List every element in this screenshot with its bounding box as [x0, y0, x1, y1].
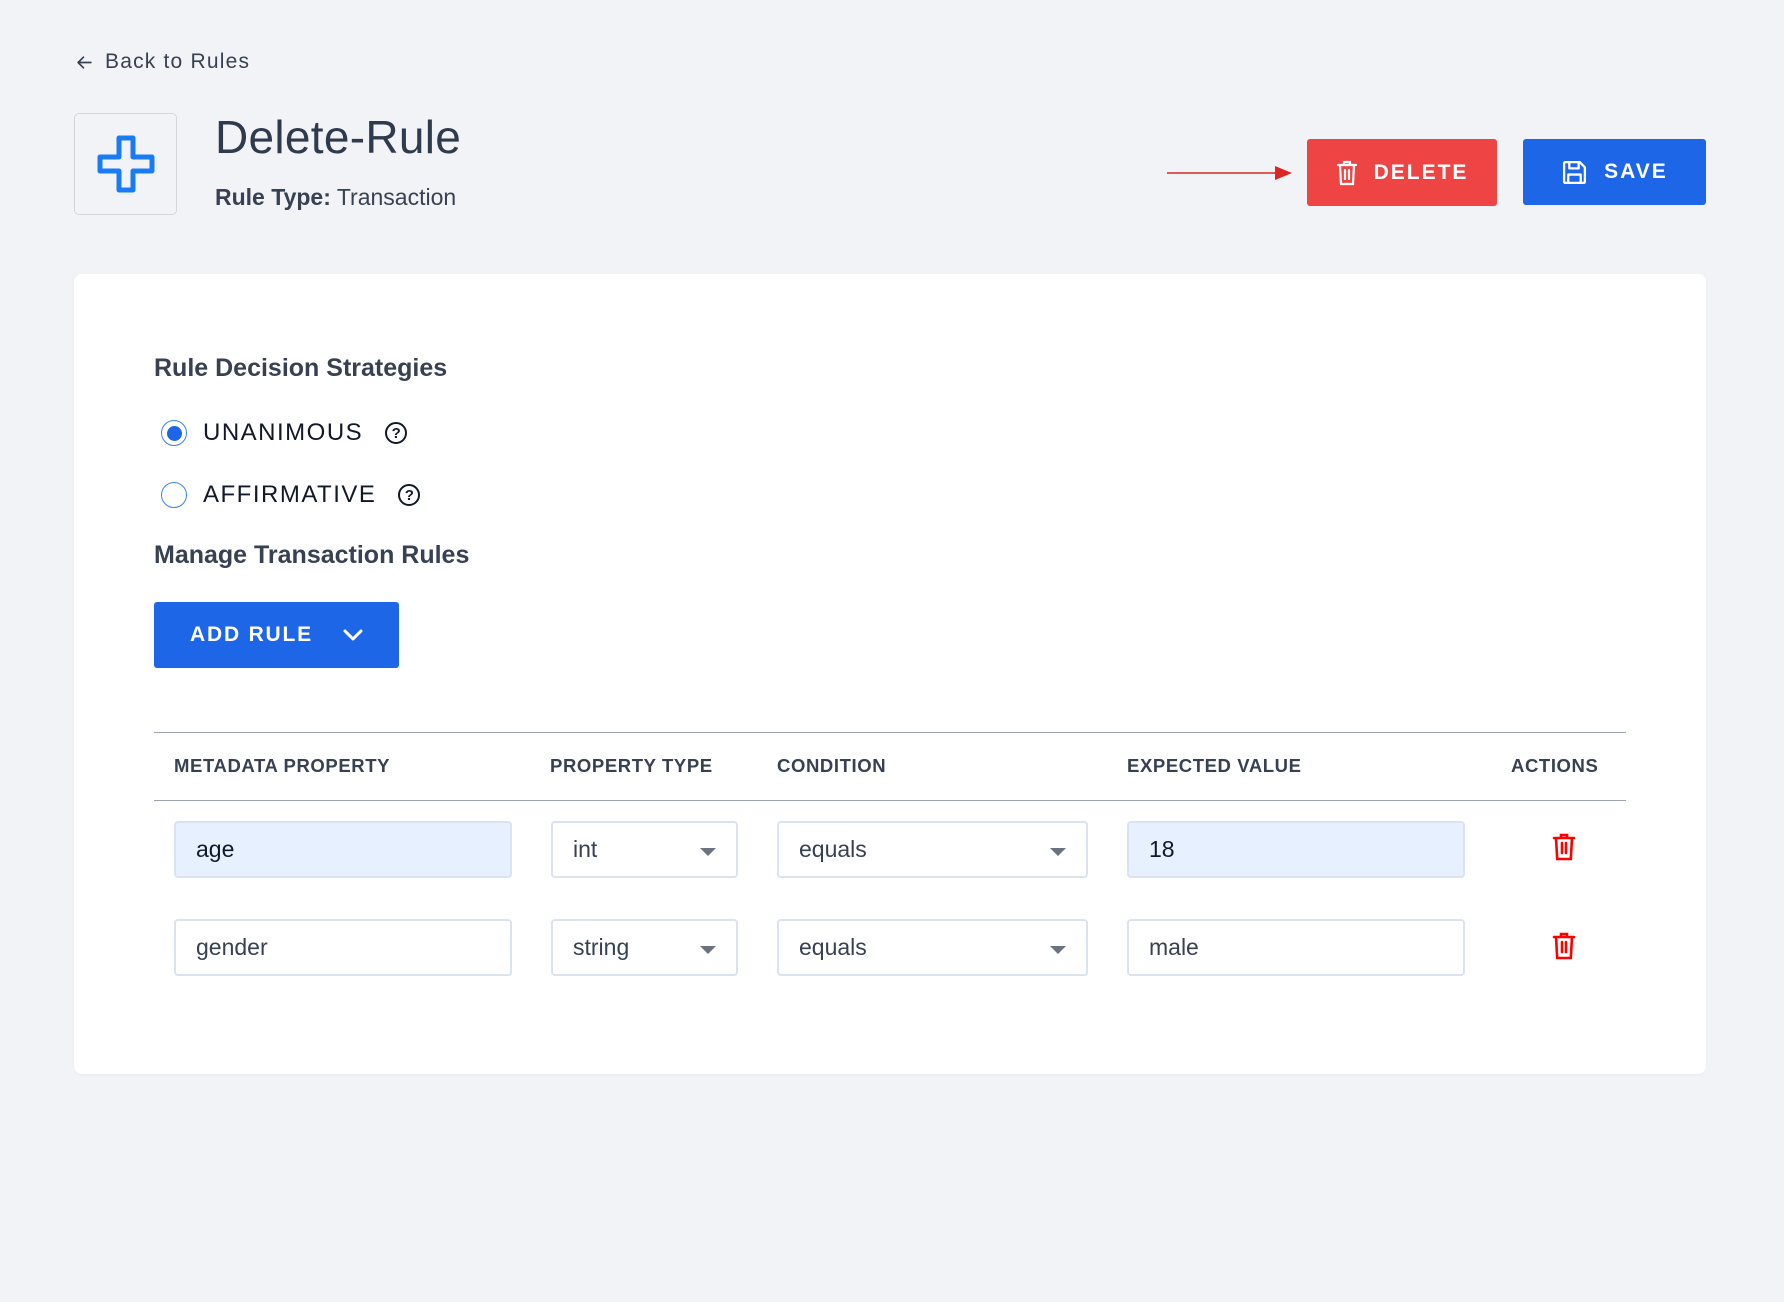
plus-outline-icon: [97, 135, 154, 193]
save-label: SAVE: [1604, 160, 1668, 183]
save-icon: [1563, 160, 1587, 184]
metadata-property-input[interactable]: age: [174, 821, 512, 878]
save-button[interactable]: SAVE: [1523, 139, 1706, 205]
dropdown-caret-icon: [700, 847, 716, 856]
dropdown-caret-icon: [1050, 945, 1066, 954]
delete-row-trash-icon[interactable]: [1552, 833, 1576, 861]
column-header-expected-value: EXPECTED VALUE: [1127, 755, 1302, 776]
help-icon[interactable]: ?: [385, 422, 408, 444]
condition-value: equals: [799, 934, 867, 960]
delete-button[interactable]: DELETE: [1307, 139, 1497, 206]
delete-label: DELETE: [1373, 160, 1469, 184]
strategy-label-affirmative: AFFIRMATIVE: [203, 481, 377, 508]
radio-unanimous[interactable]: [161, 420, 187, 446]
strategies-heading: Rule Decision Strategies: [154, 354, 448, 382]
page-title: Delete-Rule: [215, 111, 462, 163]
dropdown-caret-icon: [700, 945, 716, 954]
help-icon[interactable]: ?: [398, 484, 421, 506]
strategy-option-affirmative[interactable]: AFFIRMATIVE ?: [161, 481, 421, 509]
table-header-divider: [154, 800, 1626, 801]
rule-type-label: Rule Type:: [215, 184, 331, 210]
property-type-select[interactable]: int: [551, 821, 738, 878]
metadata-property-input[interactable]: gender: [174, 919, 512, 976]
trash-icon: [1336, 160, 1357, 186]
chevron-down-icon: [343, 629, 363, 641]
strategy-option-unanimous[interactable]: UNANIMOUS ?: [161, 419, 408, 447]
column-header-metadata-property: METADATA PROPERTY: [174, 755, 391, 776]
condition-select[interactable]: equals: [777, 821, 1088, 878]
rule-type-value: Transaction: [336, 184, 457, 210]
table-top-divider: [154, 732, 1626, 733]
radio-affirmative[interactable]: [161, 482, 187, 508]
back-to-rules-label: Back to Rules: [105, 50, 251, 73]
add-rule-label: ADD RULE: [190, 623, 313, 646]
column-header-actions: ACTIONS: [1511, 755, 1599, 776]
rule-icon-box: [74, 113, 177, 215]
condition-value: equals: [799, 836, 867, 862]
add-rule-button[interactable]: ADD RULE: [154, 602, 399, 668]
rule-type: Rule Type: Transaction: [215, 184, 456, 211]
property-type-value: int: [573, 836, 598, 862]
column-header-condition: CONDITION: [777, 755, 887, 776]
back-to-rules-link[interactable]: Back to Rules: [76, 50, 250, 74]
arrow-left-icon: [77, 55, 92, 69]
expected-value-input[interactable]: male: [1127, 919, 1465, 976]
strategy-label-unanimous: UNANIMOUS: [203, 419, 364, 446]
condition-select[interactable]: equals: [777, 919, 1088, 976]
radio-selected-dot: [166, 425, 182, 441]
column-header-property-type: PROPERTY TYPE: [550, 755, 713, 776]
dropdown-caret-icon: [1050, 847, 1066, 856]
property-type-select[interactable]: string: [551, 919, 738, 976]
property-type-value: string: [573, 934, 630, 960]
annotation-arrow: [1167, 166, 1292, 180]
expected-value-input[interactable]: 18: [1127, 821, 1465, 878]
delete-row-trash-icon[interactable]: [1552, 932, 1576, 960]
manage-rules-heading: Manage Transaction Rules: [154, 541, 470, 569]
